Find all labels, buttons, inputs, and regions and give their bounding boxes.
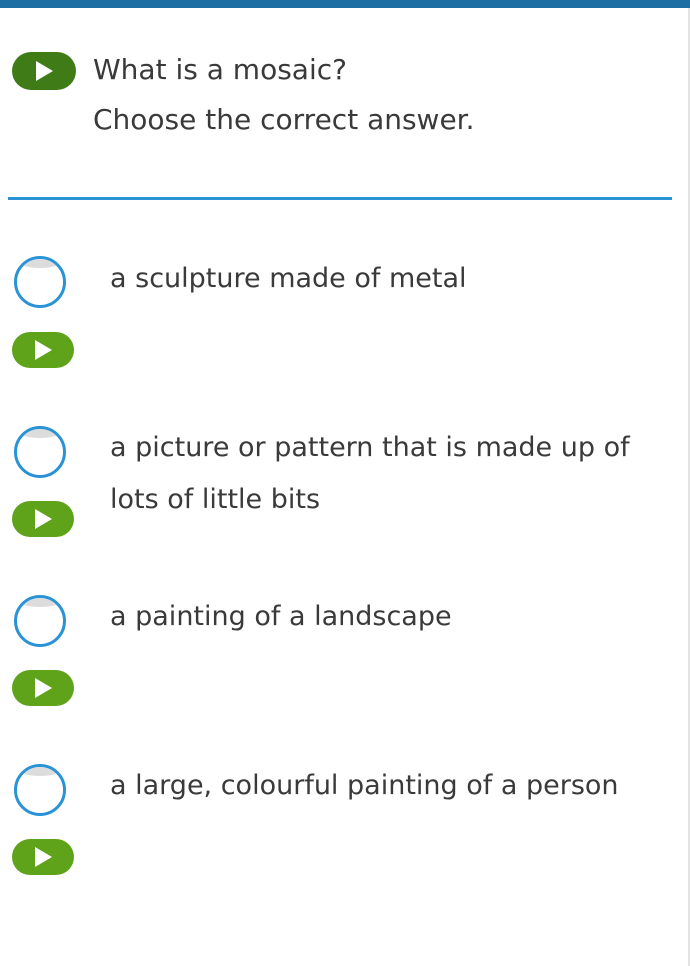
play-icon <box>35 847 52 867</box>
option-audio-button[interactable] <box>12 332 74 368</box>
play-icon <box>35 678 52 698</box>
top-bar <box>0 0 690 8</box>
divider <box>8 197 672 200</box>
option-radio[interactable] <box>14 256 66 308</box>
option-label[interactable]: a picture or pattern that is made up of … <box>110 422 650 526</box>
option-audio-button[interactable] <box>12 501 74 537</box>
option-audio-button[interactable] <box>12 670 74 706</box>
play-icon <box>35 509 52 529</box>
question-instruction: Choose the correct answer. <box>93 103 475 136</box>
option-radio[interactable] <box>14 426 66 478</box>
option-radio[interactable] <box>14 764 66 816</box>
option-audio-button[interactable] <box>12 839 74 875</box>
option-label[interactable]: a sculpture made of metal <box>110 253 650 305</box>
question-audio-button[interactable] <box>12 52 76 90</box>
play-icon <box>35 340 52 360</box>
question-text: What is a mosaic? <box>93 53 347 86</box>
play-icon <box>36 61 53 81</box>
option-radio[interactable] <box>14 595 66 647</box>
option-label[interactable]: a painting of a landscape <box>110 591 650 643</box>
option-label[interactable]: a large, colourful painting of a person <box>110 760 650 812</box>
